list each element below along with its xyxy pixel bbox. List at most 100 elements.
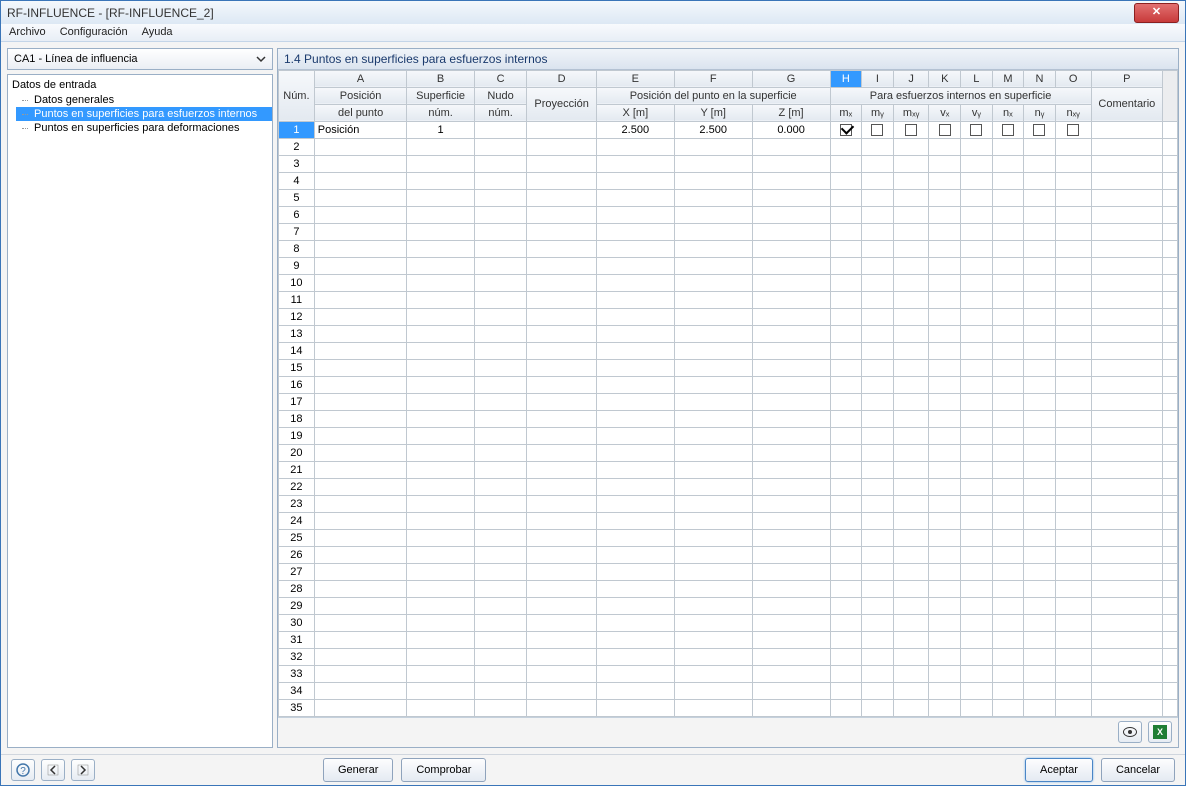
cell[interactable]	[314, 274, 407, 291]
cell[interactable]	[830, 172, 862, 189]
cell[interactable]: 0.000	[752, 121, 830, 138]
cell[interactable]	[992, 495, 1024, 512]
cell[interactable]	[929, 376, 961, 393]
cell[interactable]	[830, 495, 862, 512]
cell[interactable]	[992, 393, 1024, 410]
cell[interactable]	[961, 138, 993, 155]
col-letter-p[interactable]: P	[1091, 70, 1163, 87]
cell[interactable]	[961, 359, 993, 376]
cell[interactable]	[674, 648, 752, 665]
cell[interactable]	[1024, 682, 1056, 699]
cell[interactable]	[1055, 393, 1091, 410]
cell[interactable]	[929, 393, 961, 410]
cell[interactable]	[407, 614, 474, 631]
cell[interactable]	[893, 580, 929, 597]
cell[interactable]	[407, 206, 474, 223]
comprobar-button[interactable]: Comprobar	[401, 758, 486, 782]
cell[interactable]	[407, 597, 474, 614]
cell[interactable]	[862, 223, 894, 240]
export-excel-button[interactable]: X	[1148, 721, 1172, 743]
cell[interactable]	[596, 291, 674, 308]
cell[interactable]	[527, 563, 596, 580]
cell[interactable]	[1024, 376, 1056, 393]
row-number[interactable]: 17	[279, 393, 315, 410]
cell[interactable]	[961, 274, 993, 291]
cell[interactable]	[830, 342, 862, 359]
table-row[interactable]: 5	[279, 189, 1178, 206]
cell[interactable]	[674, 512, 752, 529]
cell[interactable]	[474, 665, 527, 682]
cell[interactable]	[862, 376, 894, 393]
cell[interactable]	[992, 580, 1024, 597]
cell[interactable]	[1055, 614, 1091, 631]
generar-button[interactable]: Generar	[323, 758, 393, 782]
close-button[interactable]: ✕	[1134, 3, 1179, 23]
cell[interactable]	[314, 393, 407, 410]
cell[interactable]	[527, 138, 596, 155]
cell[interactable]	[961, 427, 993, 444]
cell[interactable]	[474, 546, 527, 563]
cell[interactable]	[929, 410, 961, 427]
cell[interactable]	[862, 512, 894, 529]
cancelar-button[interactable]: Cancelar	[1101, 758, 1175, 782]
cell[interactable]	[961, 223, 993, 240]
cell[interactable]	[1024, 172, 1056, 189]
cell[interactable]	[674, 342, 752, 359]
cell[interactable]	[752, 529, 830, 546]
row-number[interactable]: 8	[279, 240, 315, 257]
cell[interactable]	[752, 291, 830, 308]
cell[interactable]	[596, 138, 674, 155]
row-number[interactable]: 3	[279, 155, 315, 172]
checkbox[interactable]	[840, 124, 852, 136]
cell[interactable]	[527, 308, 596, 325]
cell[interactable]	[596, 665, 674, 682]
cell[interactable]	[893, 614, 929, 631]
row-number[interactable]: 32	[279, 648, 315, 665]
cell[interactable]	[674, 444, 752, 461]
cell[interactable]	[407, 223, 474, 240]
cell[interactable]	[314, 699, 407, 716]
cell[interactable]	[314, 631, 407, 648]
tree-item-deformaciones[interactable]: Puntos en superficies para deformaciones	[16, 121, 272, 135]
row-number[interactable]: 19	[279, 427, 315, 444]
cell[interactable]	[1091, 495, 1163, 512]
cell[interactable]	[407, 155, 474, 172]
cell[interactable]	[752, 342, 830, 359]
cell[interactable]	[596, 172, 674, 189]
cell[interactable]	[474, 648, 527, 665]
row-number[interactable]: 31	[279, 631, 315, 648]
cell[interactable]	[474, 274, 527, 291]
cell[interactable]	[527, 631, 596, 648]
cell[interactable]	[674, 580, 752, 597]
cell[interactable]	[893, 155, 929, 172]
cell[interactable]	[407, 631, 474, 648]
cell[interactable]	[527, 359, 596, 376]
cell[interactable]	[596, 308, 674, 325]
help-button[interactable]: ?	[11, 759, 35, 781]
cell[interactable]	[961, 648, 993, 665]
cell[interactable]	[1055, 257, 1091, 274]
table-row[interactable]: 13	[279, 325, 1178, 342]
col-letter-a[interactable]: A	[314, 70, 407, 87]
cell[interactable]	[929, 648, 961, 665]
cell[interactable]	[1024, 240, 1056, 257]
checkbox[interactable]	[1033, 124, 1045, 136]
cell[interactable]	[1055, 410, 1091, 427]
cell[interactable]	[1055, 359, 1091, 376]
cell[interactable]	[862, 138, 894, 155]
table-row[interactable]: 29	[279, 597, 1178, 614]
cell[interactable]	[992, 359, 1024, 376]
cell[interactable]	[1091, 427, 1163, 444]
cell[interactable]	[596, 682, 674, 699]
col-letter-m[interactable]: M	[992, 70, 1024, 87]
cell[interactable]	[314, 155, 407, 172]
cell[interactable]	[674, 614, 752, 631]
cell[interactable]	[474, 444, 527, 461]
cell[interactable]	[992, 563, 1024, 580]
cell[interactable]	[1055, 546, 1091, 563]
cell[interactable]	[1024, 699, 1056, 716]
cell[interactable]	[752, 427, 830, 444]
cell[interactable]	[862, 291, 894, 308]
cell[interactable]	[1024, 223, 1056, 240]
cell[interactable]	[1091, 223, 1163, 240]
